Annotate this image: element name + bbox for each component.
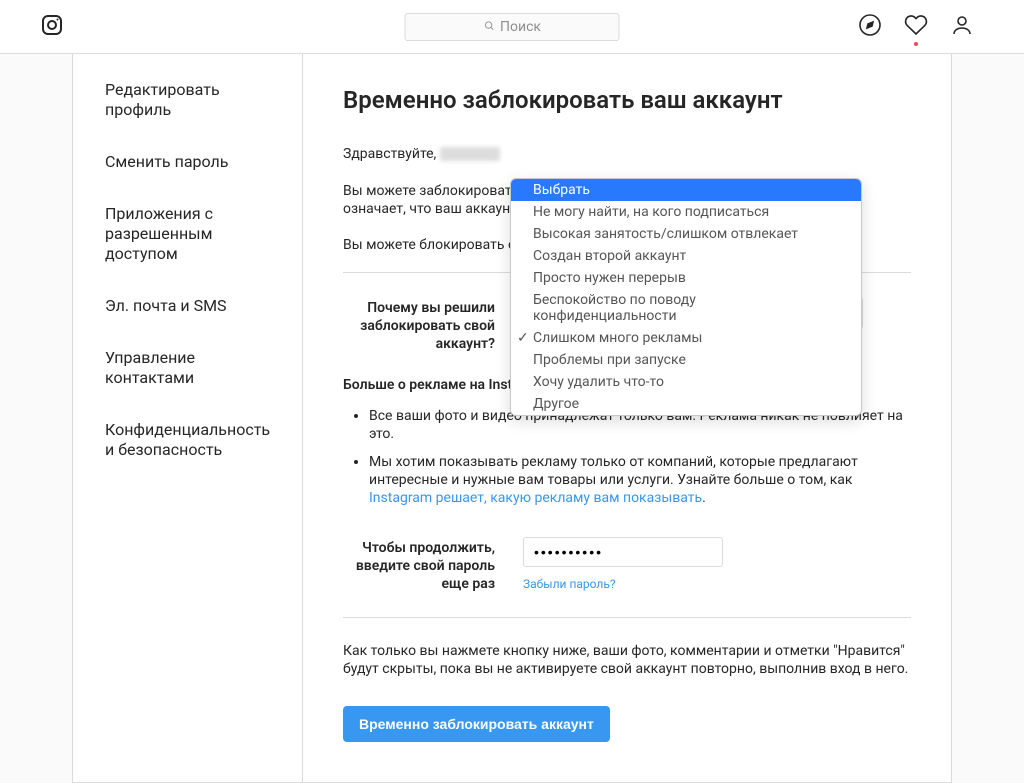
dropdown-option[interactable]: Высокая занятость/слишком отвлекает: [511, 223, 861, 245]
explore-icon[interactable]: [858, 13, 882, 41]
divider-2: [343, 617, 911, 618]
dropdown-option[interactable]: ✓Слишком много рекламы: [511, 327, 861, 349]
dropdown-option[interactable]: Проблемы при запуске: [511, 349, 861, 371]
password-label: Чтобы продолжить, введите свой пароль ещ…: [343, 537, 523, 593]
reason-dropdown[interactable]: Выбрать Не могу найти, на кого подписатьс…: [510, 178, 862, 416]
dropdown-option-label: Выбрать: [533, 182, 590, 198]
dropdown-option[interactable]: Создан второй аккаунт: [511, 245, 861, 267]
forgot-password-link[interactable]: Забыли пароль?: [523, 577, 616, 591]
activity-icon[interactable]: [904, 13, 928, 41]
search-icon: [483, 19, 494, 35]
dropdown-option[interactable]: Просто нужен перерыв: [511, 267, 861, 289]
password-input[interactable]: [523, 537, 723, 567]
dropdown-option-label: Проблемы при запуске: [533, 352, 686, 368]
password-row: Чтобы продолжить, введите свой пароль ещ…: [343, 537, 911, 593]
ads-learn-more-link[interactable]: Instagram решает, какую рекламу вам пока…: [369, 490, 702, 506]
greeting-text: Здравствуйте,: [343, 146, 440, 162]
search-input[interactable]: Поиск: [405, 13, 620, 41]
dropdown-option[interactable]: Не могу найти, на кого подписаться: [511, 201, 861, 223]
sidebar-item-authorized-apps[interactable]: Приложения с разрешенным доступом: [73, 188, 302, 280]
search-placeholder: Поиск: [500, 19, 541, 35]
top-bar: Поиск: [0, 0, 1024, 54]
dropdown-option[interactable]: Беспокойство по поводу конфиденциальност…: [511, 289, 861, 327]
ads-bullet-2-tail: .: [702, 490, 706, 506]
reason-label: Почему вы решили заблокировать свой акка…: [343, 297, 523, 353]
dropdown-option-label: Просто нужен перерыв: [533, 270, 686, 286]
profile-icon[interactable]: [950, 13, 974, 41]
dropdown-option-label: Высокая занятость/слишком отвлекает: [533, 226, 798, 242]
dropdown-option-label: Создан второй аккаунт: [533, 248, 686, 264]
sidebar-item-change-password[interactable]: Сменить пароль: [73, 136, 302, 188]
disable-account-button[interactable]: Временно заблокировать аккаунт: [343, 706, 610, 742]
notification-dot: [914, 42, 918, 46]
final-paragraph: Как только вы нажмете кнопку ниже, ваши …: [343, 642, 911, 678]
sidebar-item-privacy-security[interactable]: Конфиденциальность и безопасность: [73, 404, 302, 476]
ads-bullets: Все ваши фото и видео принадлежат только…: [343, 407, 911, 507]
ads-bullet-2-text: Мы хотим показывать рекламу только от ко…: [369, 454, 858, 488]
check-icon: ✓: [517, 330, 529, 346]
dropdown-option[interactable]: Хочу удалить что-то: [511, 371, 861, 393]
username-redacted: [440, 147, 500, 161]
dropdown-option-label: Другое: [533, 396, 579, 412]
dropdown-option[interactable]: Другое: [511, 393, 861, 415]
settings-container: Редактировать профиль Сменить пароль При…: [72, 54, 952, 783]
page-title: Временно заблокировать ваш аккаунт: [343, 86, 911, 114]
sidebar-item-manage-contacts[interactable]: Управление контактами: [73, 332, 302, 404]
dropdown-option[interactable]: Выбрать: [511, 179, 861, 201]
dropdown-option-label: Хочу удалить что-то: [533, 374, 664, 390]
nav-icons: [858, 13, 1004, 41]
settings-sidebar: Редактировать профиль Сменить пароль При…: [73, 54, 303, 782]
dropdown-option-label: Не могу найти, на кого подписаться: [533, 204, 769, 220]
dropdown-option-label: Слишком много рекламы: [533, 330, 702, 346]
instagram-logo-icon[interactable]: [40, 13, 64, 41]
greeting: Здравствуйте,: [343, 146, 911, 162]
dropdown-option-label: Беспокойство по поводу конфиденциальност…: [533, 292, 696, 324]
ads-bullet-2: Мы хотим показывать рекламу только от ко…: [369, 453, 911, 507]
sidebar-item-edit-profile[interactable]: Редактировать профиль: [73, 64, 302, 136]
main-content: Временно заблокировать ваш аккаунт Здрав…: [303, 54, 951, 782]
sidebar-item-email-sms[interactable]: Эл. почта и SMS: [73, 280, 302, 332]
